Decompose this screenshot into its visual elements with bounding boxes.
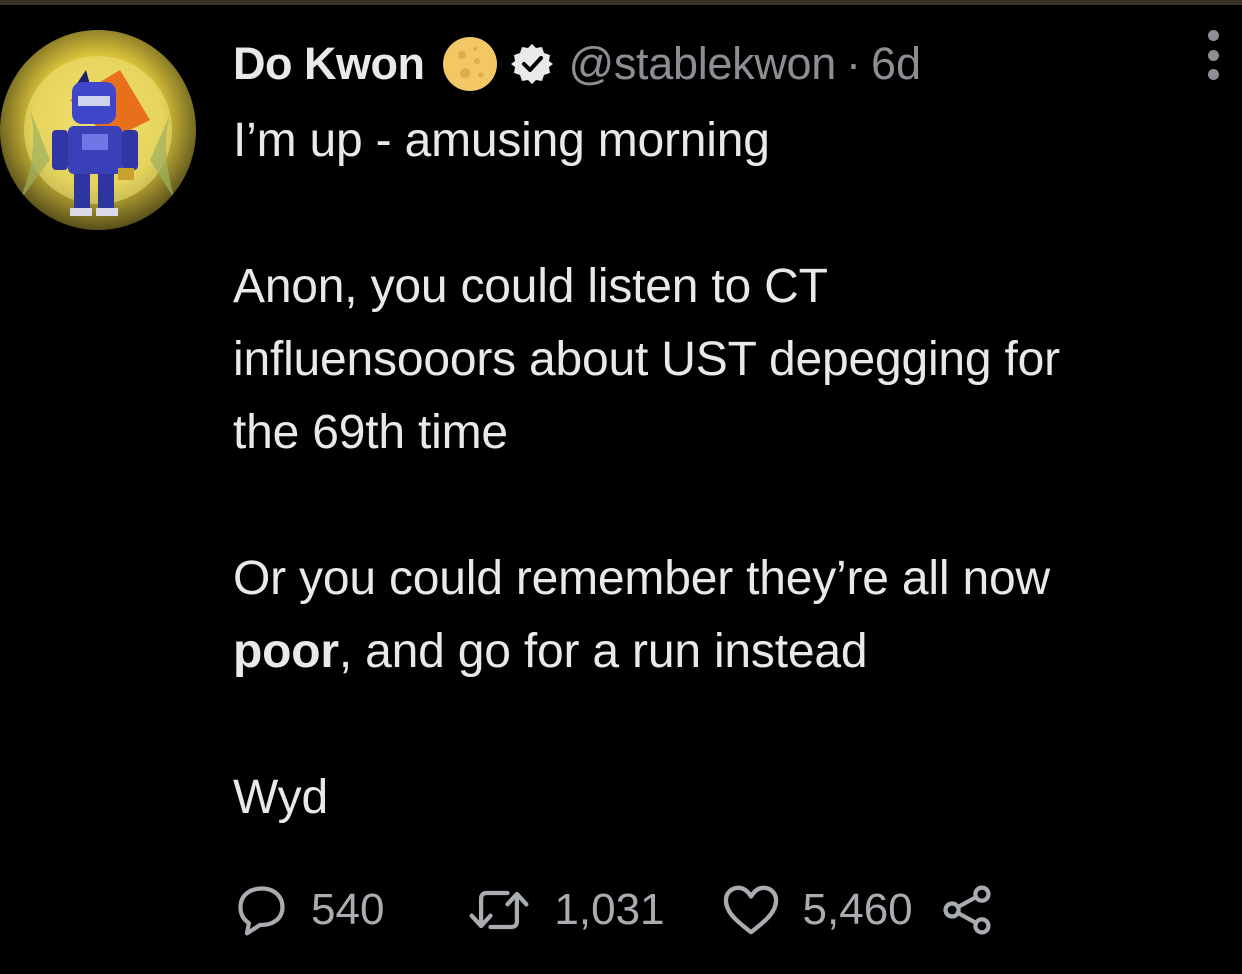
tweet-body: I’m up - amusing morning Anon, you could… [233,104,1223,834]
share-icon [943,885,991,935]
tweet-line: Or you could remember they’re all now [233,552,1050,605]
retweet-icon [469,890,529,930]
tweet-line: Anon, you could listen to CT [233,260,828,313]
action-bar: 540 1,031 5,460 [233,880,995,940]
timestamp[interactable]: 6d [871,38,921,90]
reply-icon [238,886,285,936]
verified-badge-icon [510,42,554,86]
tweet-line: influensooors about UST depegging for [233,333,1060,386]
bold-word: poor [233,625,339,678]
full-moon-emoji-icon [442,36,498,92]
tweet-line: the 69th time [233,406,508,459]
like-count: 5,460 [802,885,913,934]
separator-dot: · [845,38,861,89]
tweet-line: I’m up - amusing morning [233,114,770,167]
tweet-header: Do Kwon @stablekwon · 6d [233,34,921,94]
retweet-count: 1,031 [554,885,665,934]
more-options-icon[interactable] [1198,30,1228,80]
display-name[interactable]: Do Kwon [233,38,425,90]
reply-button[interactable]: 540 [233,882,384,938]
reply-count: 540 [311,885,385,934]
tweet-line: poor, and go for a run instead [233,615,1223,688]
avatar[interactable] [0,30,196,230]
avatar-image [0,30,196,230]
handle[interactable]: @stablekwon [568,38,836,90]
tweet-line-rest: , and go for a run instead [338,625,868,678]
like-button[interactable]: 5,460 [721,883,913,937]
share-button[interactable] [939,882,995,938]
tweet-line: Wyd [233,771,328,824]
retweet-button[interactable]: 1,031 [466,883,665,937]
top-border [0,0,1242,5]
heart-icon [723,885,778,935]
